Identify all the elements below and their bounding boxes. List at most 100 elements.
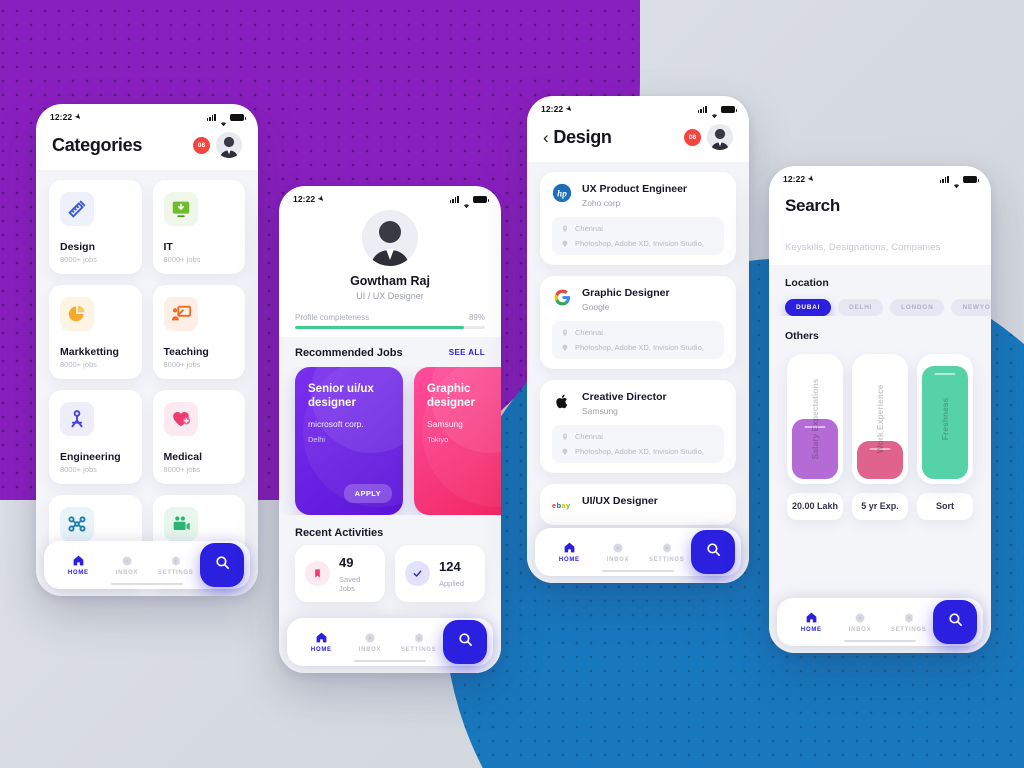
nav-item-home[interactable]: HOME bbox=[787, 611, 836, 633]
category-card-it[interactable]: IT 8000+ jobs bbox=[152, 180, 245, 274]
search-fab-button[interactable] bbox=[200, 543, 245, 587]
location-chip-london[interactable]: LONDON bbox=[890, 299, 945, 316]
section-title: Recommended Jobs bbox=[295, 346, 403, 359]
slider-value[interactable]: 20.00 Lakh bbox=[787, 493, 843, 521]
battery-icon bbox=[963, 175, 979, 183]
job-list[interactable]: hp UX Product Engineer Zoho corp Chennai bbox=[527, 162, 749, 583]
slider-track[interactable]: Salary Expectations bbox=[787, 354, 843, 484]
svg-text:y: y bbox=[566, 501, 571, 510]
avatar[interactable] bbox=[216, 132, 242, 158]
nav-label: INBOX bbox=[606, 557, 630, 563]
nav-item-inbox[interactable]: INBOX bbox=[836, 611, 885, 633]
category-card-design[interactable]: Design 8000+ jobs bbox=[49, 180, 142, 274]
notification-badge[interactable]: 08 bbox=[193, 136, 210, 154]
categories-scroll[interactable]: Design 8000+ jobs IT 8000+ jobs Markkett… bbox=[36, 170, 258, 596]
header-actions: 08 bbox=[684, 124, 733, 150]
search-fab-button[interactable] bbox=[933, 600, 978, 644]
location-chip-delhi[interactable]: DELHI bbox=[838, 299, 884, 316]
phone-categories: 12:22 ➤ Categories 08 Design 8000+ jobs … bbox=[36, 104, 258, 596]
signal-icon bbox=[939, 175, 949, 183]
pin-icon bbox=[562, 433, 568, 441]
recommended-jobs-carousel[interactable]: Senior ui/ux designer microsoft corp. De… bbox=[279, 366, 501, 515]
nav-item-settings[interactable]: SETTINGS bbox=[394, 631, 443, 653]
status-bar: 12:22 ➤ bbox=[769, 166, 991, 188]
google-logo bbox=[552, 287, 572, 307]
category-name: Markketting bbox=[60, 346, 119, 358]
back-chevron-icon[interactable]: ‹ bbox=[543, 129, 549, 146]
showcase-canvas: 12:22 ➤ Categories 08 Design 8000+ jobs … bbox=[0, 0, 1024, 768]
job-list-item[interactable]: Creative Director Samsung Chennai Photos… bbox=[540, 380, 736, 474]
job-card[interactable]: Graphic designer Samsung Tokiyo bbox=[414, 366, 501, 515]
nav-label: SETTINGS bbox=[648, 557, 685, 563]
nav-item-settings[interactable]: SETTINGS bbox=[151, 554, 200, 576]
see-all-link[interactable]: SEE ALL bbox=[449, 348, 485, 357]
slider-value[interactable]: 5 yr Exp. bbox=[852, 493, 908, 521]
slider-experience[interactable]: Work Experience 5 yr Exp. bbox=[852, 354, 908, 521]
svg-text:hp: hp bbox=[557, 188, 567, 198]
job-list-item[interactable]: Graphic Designer Google Chennai Photosho… bbox=[540, 276, 736, 370]
nav-item-settings[interactable]: SETTINGS bbox=[642, 541, 691, 563]
nav-item-home[interactable]: HOME bbox=[297, 631, 346, 653]
apply-button[interactable]: APPLY bbox=[343, 483, 392, 503]
slider-track[interactable]: Freshness bbox=[917, 354, 973, 484]
job-list-item[interactable]: e b a y UI/UX Designer bbox=[540, 484, 736, 526]
inbox-icon bbox=[364, 631, 377, 644]
search-fab-button[interactable] bbox=[443, 620, 488, 664]
slider-value[interactable]: Sort bbox=[917, 493, 973, 521]
category-card-teaching[interactable]: Teaching 8000+ jobs bbox=[152, 285, 245, 379]
category-card-engineering[interactable]: Engineering 8000+ jobs bbox=[49, 390, 142, 484]
nav-item-home[interactable]: HOME bbox=[54, 554, 103, 576]
location-chip-newyork[interactable]: NEWYORK bbox=[951, 299, 991, 316]
whiteboard-icon bbox=[163, 297, 198, 331]
job-card[interactable]: Senior ui/ux designer microsoft corp. De… bbox=[295, 366, 403, 515]
nav-item-inbox[interactable]: INBOX bbox=[103, 554, 152, 576]
category-jobs: 8000+ jobs bbox=[163, 255, 201, 264]
job-city: Delhi bbox=[308, 435, 326, 445]
notification-badge[interactable]: 08 bbox=[684, 128, 701, 146]
nav-label: SETTINGS bbox=[157, 570, 194, 576]
job-company: Samsung bbox=[427, 419, 463, 430]
job-meta: Chennai Photoshop, Adobe XD, Invision St… bbox=[552, 321, 724, 360]
location-chips[interactable]: DUBAI DELHI LONDON NEWYORK bbox=[769, 289, 991, 316]
search-input[interactable]: Keyskills, Designations, Companies bbox=[785, 242, 975, 265]
job-company: Samsung bbox=[582, 406, 618, 417]
bottom-navigation: HOME INBOX SETTINGS bbox=[44, 541, 250, 589]
nav-item-inbox[interactable]: INBOX bbox=[594, 541, 643, 563]
slider-label: Freshness bbox=[940, 397, 950, 441]
job-city: Tokiyo bbox=[427, 435, 449, 445]
bulb-icon bbox=[562, 448, 568, 455]
status-icons bbox=[697, 105, 737, 118]
category-card-medical[interactable]: Medical 8000+ jobs bbox=[152, 390, 245, 484]
battery-icon bbox=[721, 105, 737, 113]
home-icon bbox=[315, 631, 328, 644]
slider-track[interactable]: Work Experience bbox=[852, 354, 908, 484]
battery-icon bbox=[230, 113, 246, 121]
location-arrow-icon: ➤ bbox=[564, 104, 574, 114]
bulb-icon bbox=[562, 240, 568, 247]
avatar[interactable] bbox=[707, 124, 733, 150]
pin-icon bbox=[562, 225, 568, 232]
search-icon bbox=[705, 541, 722, 563]
location-chip-dubai[interactable]: DUBAI bbox=[785, 299, 832, 316]
signal-icon bbox=[449, 195, 459, 203]
category-card-marketing[interactable]: Markketting 8000+ jobs bbox=[49, 285, 142, 379]
search-fab-button[interactable] bbox=[691, 530, 736, 574]
nav-label: HOME bbox=[310, 647, 332, 653]
nav-item-settings[interactable]: SETTINGS bbox=[884, 611, 933, 633]
search-icon bbox=[947, 611, 964, 633]
page-title: Search bbox=[785, 196, 840, 215]
activity-card-applied[interactable]: 124 Applied bbox=[395, 544, 485, 602]
nav-item-inbox[interactable]: INBOX bbox=[346, 631, 395, 653]
nav-item-home[interactable]: HOME bbox=[545, 541, 594, 563]
slider-freshness[interactable]: Freshness Sort bbox=[917, 354, 973, 521]
job-list-item[interactable]: hp UX Product Engineer Zoho corp Chennai bbox=[540, 172, 736, 266]
profile-avatar[interactable] bbox=[362, 210, 418, 266]
location-section-title: Location bbox=[785, 277, 829, 289]
search-filters[interactable]: Location DUBAI DELHI LONDON NEWYORK Othe… bbox=[769, 265, 991, 653]
job-list-item-header: Creative Director Samsung bbox=[552, 391, 724, 416]
slider-salary[interactable]: Salary Expectations 20.00 Lakh bbox=[787, 354, 843, 521]
completeness-percent: 89% bbox=[468, 313, 485, 322]
battery-icon bbox=[473, 195, 489, 203]
activity-card-saved[interactable]: 49 Saved Jobs bbox=[295, 544, 385, 602]
monitor-icon bbox=[163, 192, 198, 226]
